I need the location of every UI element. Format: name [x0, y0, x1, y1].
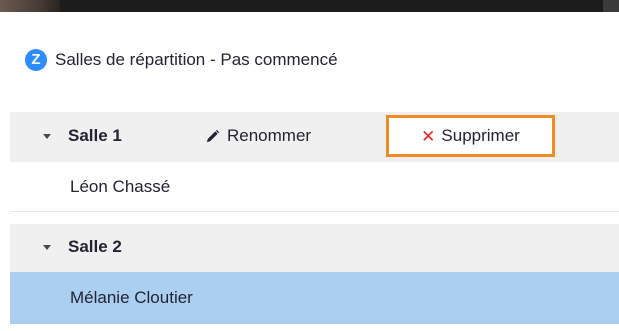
delete-label: Supprimer — [441, 126, 520, 145]
breakout-rooms-window: Z Salles de répartition - Pas commencé S… — [10, 12, 619, 331]
pencil-icon — [206, 129, 220, 142]
background-strip — [0, 0, 619, 12]
room-row-salle-2[interactable]: Salle 2 — [10, 224, 619, 272]
zoom-logo-icon: Z — [25, 49, 47, 71]
participant-name: Mélanie Cloutier — [70, 288, 193, 307]
video-thumbnail — [0, 0, 60, 12]
rename-button[interactable]: Renommer — [205, 124, 311, 148]
title-bar: Z Salles de répartition - Pas commencé — [10, 12, 619, 104]
chevron-down-icon[interactable] — [43, 134, 51, 139]
close-icon: ✕ — [421, 126, 436, 146]
rename-label: Renommer — [227, 126, 312, 145]
room-name: Salle 2 — [68, 237, 122, 256]
window-edge — [603, 0, 619, 12]
room-row-salle-1[interactable]: Salle 1 Renommer ✕ Supprimer — [10, 112, 619, 162]
window-title: Salles de répartition - Pas commencé — [55, 50, 338, 69]
list-bottom — [10, 324, 619, 331]
participant-row[interactable]: Léon Chassé — [10, 162, 619, 212]
delete-button[interactable]: ✕ Supprimer — [386, 115, 555, 157]
participant-row-selected[interactable]: Mélanie Cloutier — [10, 272, 619, 324]
screenshot: Z Salles de répartition - Pas commencé S… — [0, 0, 619, 331]
chevron-down-icon[interactable] — [43, 245, 51, 250]
participant-name: Léon Chassé — [70, 177, 171, 196]
room-name: Salle 1 — [68, 126, 122, 145]
